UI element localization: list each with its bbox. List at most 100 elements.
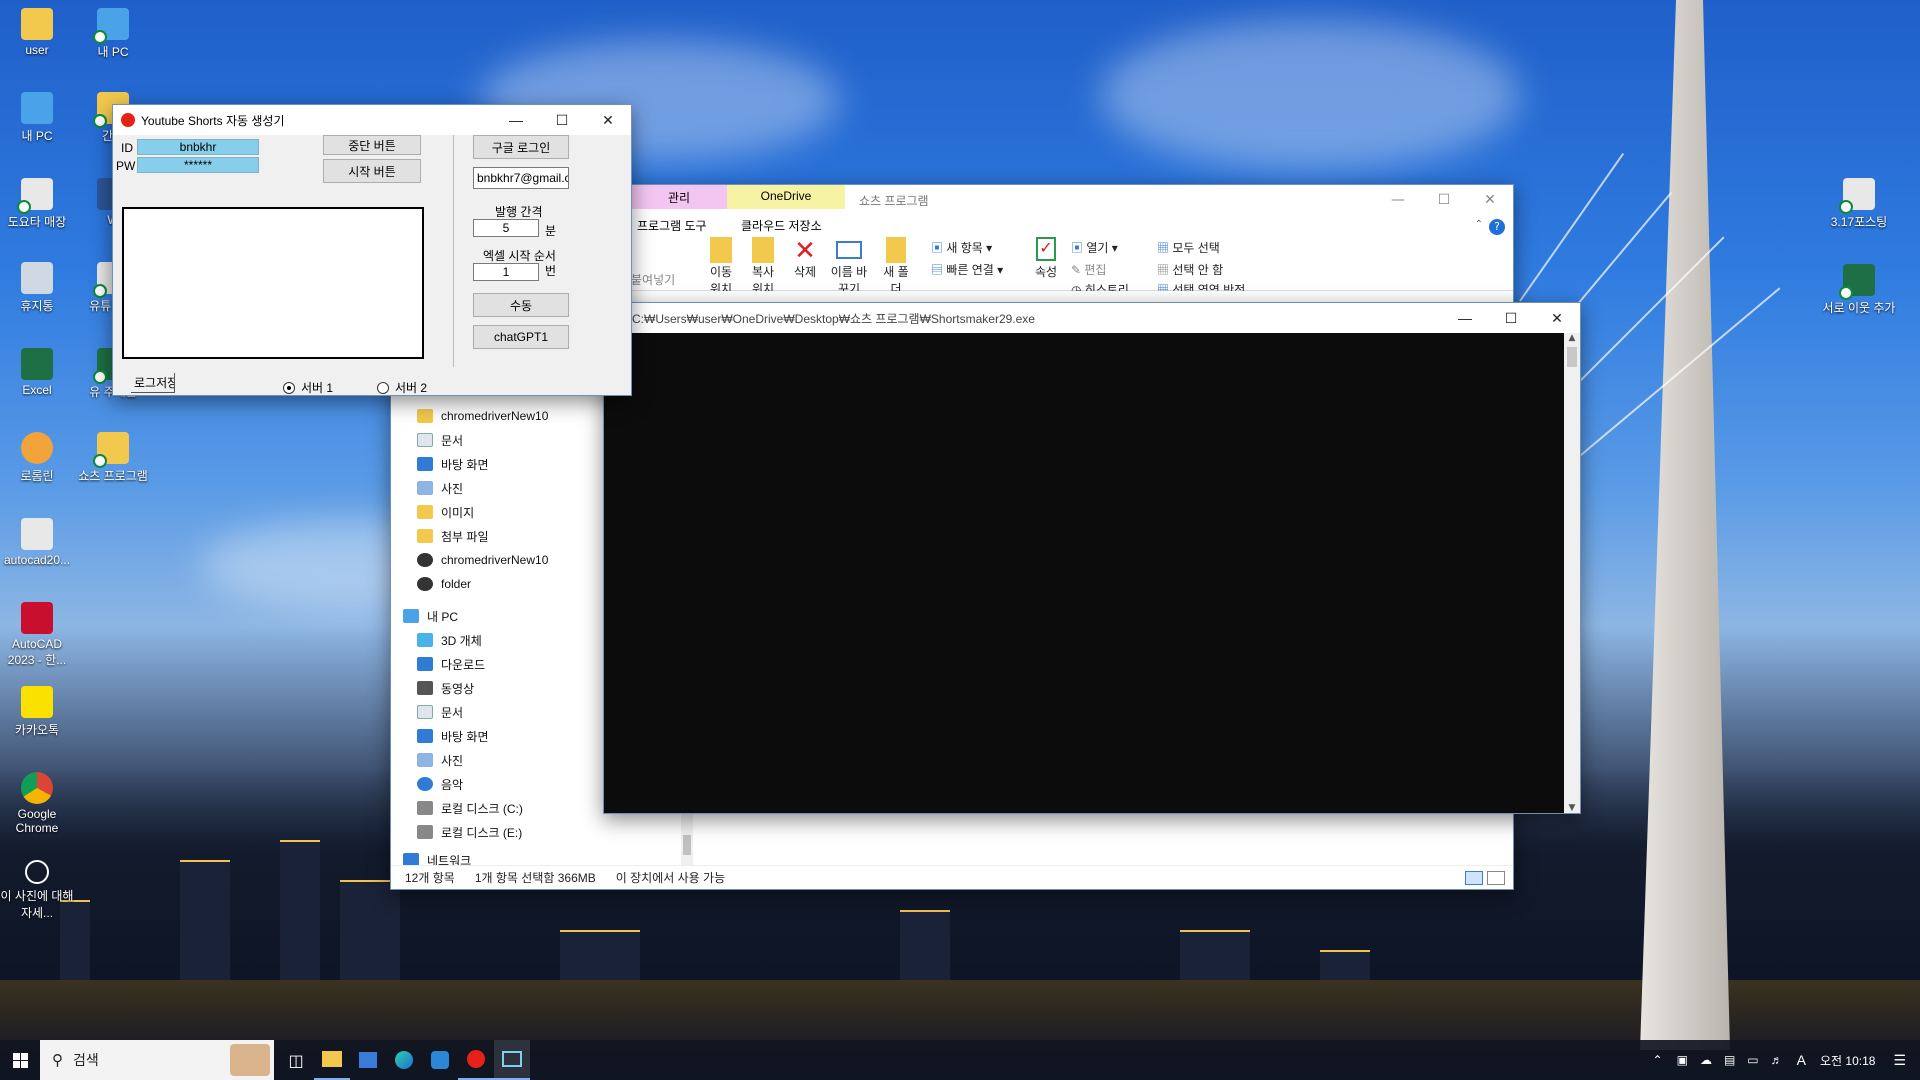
desktop-icon-my-pc-2[interactable]: 내 PC [0,92,74,144]
start-button[interactable] [0,1040,40,1080]
nav-item[interactable]: 로컬 디스크 (E:) [417,821,522,843]
desktop-icon-autocad-file[interactable]: autocad20... [0,518,74,567]
desktop-icon-neighbor[interactable]: 서로 이웃 추가 [1822,264,1896,316]
new-item-button[interactable]: ▣ 새 항목 ▾ [931,239,992,256]
server-2-radio[interactable]: 서버 2 [377,379,427,396]
desktop-icon-my-pc[interactable]: 내 PC [76,8,150,60]
desktop-icon-user[interactable]: user [0,8,74,57]
nav-item[interactable]: 내 PC [403,605,458,627]
server-1-radio[interactable]: 서버 1 [283,379,333,396]
details-view-icon[interactable] [1465,870,1483,885]
device-icon[interactable]: ▣ [1677,1053,1688,1067]
edge-taskbar-icon[interactable] [386,1040,422,1080]
large-icons-view-icon[interactable] [1487,870,1505,885]
close-icon[interactable]: ✕ [585,105,631,135]
nav-item[interactable]: 첨부 파일 [417,525,489,547]
battery-icon[interactable]: ▭ [1747,1053,1758,1067]
nav-item[interactable]: 문서 [417,701,463,723]
store-taskbar-icon[interactable] [350,1040,386,1080]
pw-input[interactable]: ****** [137,157,259,173]
scroll-down-icon[interactable]: ▼ [1564,803,1580,813]
tab-manage[interactable]: 관리 [631,185,727,209]
nav-item[interactable]: 다운로드 [417,653,485,675]
console-scrollbar[interactable]: ▲ ▼ [1564,333,1580,813]
taskbar-search[interactable]: ⚲ 검색 [40,1040,274,1080]
onedrive-icon[interactable]: ☁ [1700,1053,1712,1067]
edit-button[interactable]: ✎ 편집 [1071,261,1106,278]
id-input[interactable]: bnbkhr [137,139,259,155]
close-icon[interactable]: ✕ [1467,185,1513,215]
scroll-thumb[interactable] [683,835,691,855]
desktop-icon-shorts-program[interactable]: 쇼츠 프로그램 [76,432,150,484]
history-button[interactable]: ◷ 히스토리 [1071,281,1129,291]
properties-button[interactable]: ✓ 속성 [1031,237,1061,280]
maximize-icon[interactable]: ☐ [1488,303,1534,333]
desktop-icon-recycle-bin[interactable]: 휴지통 [0,262,74,314]
copy-to-button[interactable]: 복사 위치 [745,237,781,291]
tab-cloud-storage[interactable]: 클라우드 저장소 [727,213,845,237]
invert-selection-button[interactable]: ▦ 선택 영역 반전 [1157,281,1245,291]
notification-icon[interactable]: ☰ [1893,1052,1906,1069]
desktop-icon-excel[interactable]: Excel [0,348,74,397]
file-explorer-taskbar-icon[interactable] [314,1040,350,1080]
desktop-icon-autocad[interactable]: AutoCAD 2023 - 한... [0,602,74,668]
network-icon[interactable]: ▤ [1724,1053,1735,1067]
maximize-icon[interactable]: ☐ [539,105,585,135]
nav-item[interactable]: 이미지 [417,501,474,523]
stop-button[interactable]: 중단 버튼 [323,135,421,155]
nav-item[interactable]: chromedriverNew10 [417,549,548,571]
volume-icon[interactable]: ♬ [1771,1053,1783,1067]
nav-item[interactable]: 동영상 [417,677,474,699]
delete-button[interactable]: ✕ 삭제 [787,237,823,280]
manual-button[interactable]: 수동 [473,293,569,317]
rename-button[interactable]: 이름 바꾸기 [829,237,869,291]
nav-item[interactable]: 사진 [417,477,463,499]
shorts-app-taskbar-icon[interactable] [458,1040,494,1080]
clock[interactable]: 오전 10:18 [1820,1052,1875,1069]
nav-item[interactable]: 로컬 디스크 (C:) [417,797,523,819]
shorts-generator-window[interactable]: Youtube Shorts 자동 생성기 — ☐ ✕ ID bnbkhr PW… [112,104,632,396]
minimize-icon[interactable]: — [493,105,539,135]
start-button[interactable]: 시작 버튼 [323,159,421,183]
google-login-button[interactable]: 구글 로그인 [473,135,569,159]
console-window[interactable]: C:₩Users₩user₩OneDrive₩Desktop₩쇼츠 프로그램₩S… [603,302,1581,814]
open-button[interactable]: ▣ 열기 ▾ [1071,239,1118,256]
nav-item[interactable]: folder [417,573,471,595]
desktop-icon-photo-info[interactable]: 이 사진에 대해 자세... [0,860,74,921]
nav-item[interactable]: 바탕 화면 [417,453,489,475]
nav-item[interactable]: 사진 [417,749,463,771]
scroll-up-icon[interactable]: ▲ [1564,333,1580,343]
desktop-icon-kakaotalk[interactable]: 카카오톡 [0,686,74,738]
tab-onedrive[interactable]: OneDrive [727,185,845,209]
nav-item[interactable]: 3D 개체 [417,629,482,651]
desktop-icon-posting[interactable]: 3.17포스팅 [1822,178,1896,230]
select-none-button[interactable]: ▦ 선택 안 함 [1157,261,1223,278]
console-output[interactable] [604,333,1566,813]
app-taskbar-icon[interactable] [422,1040,458,1080]
collapse-ribbon-icon[interactable]: ⌃ [1475,219,1483,230]
interval-input[interactable]: 5 [473,219,539,237]
nav-item[interactable]: 음악 [417,773,463,795]
scroll-thumb[interactable] [1567,347,1577,367]
desktop-icon-chrome[interactable]: Google Chrome [0,772,74,835]
minimize-icon[interactable]: — [1442,303,1488,333]
task-view-icon[interactable]: ◫ [278,1040,314,1080]
chatgpt-button[interactable]: chatGPT1 [473,325,569,349]
nav-item[interactable]: 문서 [417,429,463,451]
nav-item[interactable]: chromedriverNew10 [417,405,548,427]
log-textbox[interactable] [122,207,424,359]
desktop-icon-toyota[interactable]: 도요타 매장 [0,178,74,230]
tab-program-tools[interactable]: 프로그램 도구 [631,213,727,237]
select-all-button[interactable]: ▦ 모두 선택 [1157,239,1220,256]
chevron-up-icon[interactable]: ⌃ [1653,1053,1663,1067]
close-icon[interactable]: ✕ [1534,303,1580,333]
excel-start-input[interactable]: 1 [473,263,539,281]
console-taskbar-icon[interactable] [494,1040,530,1080]
desktop-icon-roromlin[interactable]: 로롬린 [0,432,74,484]
email-field[interactable]: bnbkhr7@gmail.c [473,167,569,189]
log-save-field[interactable]: 로그저장 [131,373,175,393]
paste-button[interactable]: 붙여넣기 [631,271,675,288]
ime-indicator[interactable]: A [1797,1052,1806,1068]
minimize-icon[interactable]: — [1375,185,1421,215]
nav-item[interactable]: 바탕 화면 [417,725,489,747]
